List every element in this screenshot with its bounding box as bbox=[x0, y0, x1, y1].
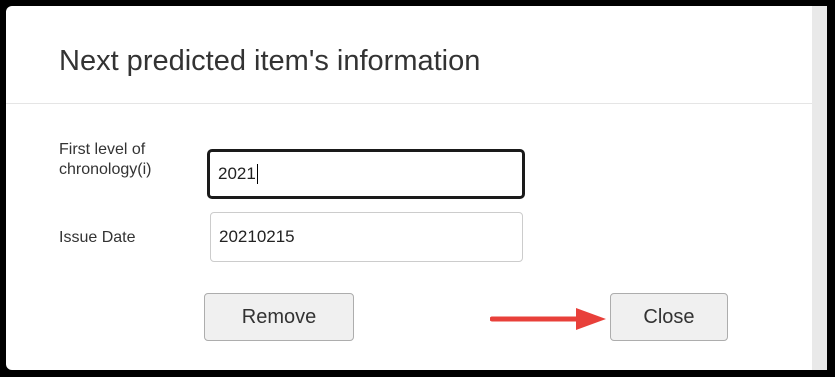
chronology-input[interactable]: 2021 bbox=[207, 149, 525, 199]
background-panel bbox=[812, 6, 827, 370]
issue-date-label: Issue Date bbox=[59, 229, 136, 246]
text-caret bbox=[256, 164, 258, 184]
close-button[interactable]: Close bbox=[610, 293, 728, 341]
modal-title: Next predicted item's information bbox=[59, 45, 481, 77]
issue-date-input[interactable]: 20210215 bbox=[210, 212, 523, 262]
modal-header: Next predicted item's information bbox=[6, 6, 812, 104]
issue-date-input-value: 20210215 bbox=[219, 227, 295, 246]
chronology-input-value: 2021 bbox=[218, 164, 256, 183]
predicted-item-modal: Next predicted item's information First … bbox=[6, 6, 812, 370]
red-arrow-right-icon bbox=[490, 308, 606, 330]
remove-button[interactable]: Remove bbox=[204, 293, 354, 341]
chronology-label: First level of chronology(i) bbox=[59, 141, 152, 178]
